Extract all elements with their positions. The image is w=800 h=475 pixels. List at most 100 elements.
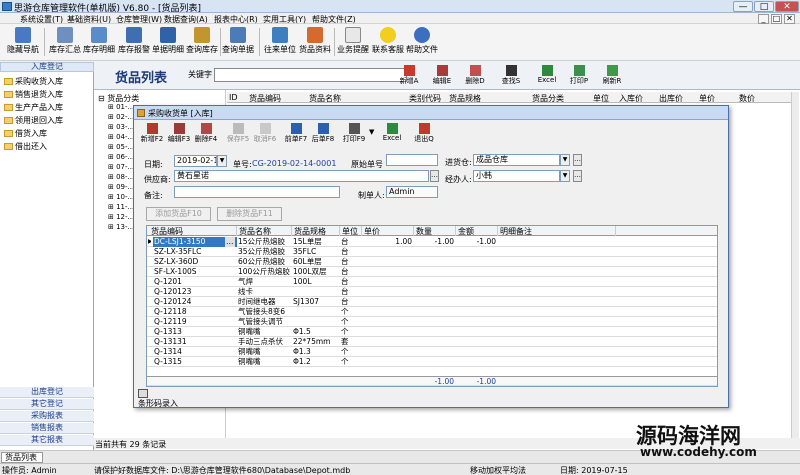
toolbar-reminder-button[interactable]: 业务提醒 xyxy=(333,25,373,60)
col-unit[interactable]: 单位 xyxy=(593,93,609,104)
cell[interactable] xyxy=(362,317,414,327)
table-row[interactable]: ▶DC-LSJ1-315015公斤热熔胶15L单层台1.00-1.00-1.00… xyxy=(147,237,717,247)
cell[interactable]: 台 xyxy=(340,277,362,287)
handler-dropdown-icon[interactable]: ▼ xyxy=(560,170,570,182)
cell[interactable]: 铜嘴嘴 xyxy=(237,327,292,337)
cell[interactable]: 100L双层 xyxy=(292,267,340,277)
toolbar-hide-nav-button[interactable]: 隐藏导航 xyxy=(3,25,43,60)
cell[interactable]: Q-1313 xyxy=(153,327,237,337)
list-find-button[interactable]: 查找S xyxy=(494,64,528,89)
cell[interactable] xyxy=(456,257,498,267)
toolbar-query-stock-button[interactable]: 查询库存 xyxy=(182,25,222,60)
cell[interactable] xyxy=(456,277,498,287)
cell[interactable]: Φ1.5 xyxy=(292,327,340,337)
delete-goods-button[interactable]: 删除货品F11 xyxy=(217,207,282,221)
dlg-save-button[interactable]: 保存F5 xyxy=(224,122,252,146)
cell[interactable]: 台 xyxy=(340,237,362,247)
cell[interactable] xyxy=(292,307,340,317)
cell[interactable]: 套 xyxy=(340,337,362,347)
cell[interactable]: 气管接头8变6 xyxy=(237,307,292,317)
cell[interactable]: Q-1314 xyxy=(153,347,237,357)
table-row[interactable]: Q-120123 线卡 台 xyxy=(147,287,717,297)
cell[interactable] xyxy=(414,297,456,307)
table-row[interactable]: Q-12118 气管接头8变6 个 xyxy=(147,307,717,317)
table-row[interactable]: Q-12119 气管接头调节 个 xyxy=(147,317,717,327)
tree-node[interactable]: ⊞ 08-... xyxy=(108,173,134,181)
tree-node[interactable]: ⊞ 01-... xyxy=(108,103,134,111)
toolbar-stock-detail-button[interactable]: 库存明细 xyxy=(79,25,119,60)
mdi-close-button[interactable]: ✕ xyxy=(784,14,795,24)
col-name[interactable]: 货品名称 xyxy=(309,93,341,104)
dlg-add-button[interactable]: 新增F2 xyxy=(138,122,166,146)
remark-field[interactable] xyxy=(174,186,340,198)
col-category[interactable]: 货品分类 xyxy=(532,93,564,104)
cell[interactable]: 60公斤热熔胶 xyxy=(237,257,292,267)
nav-item-purchase-in[interactable]: 采购收货入库 xyxy=(4,76,63,87)
cell[interactable]: SZ-LX-35FLC xyxy=(153,247,237,257)
col-goods-price[interactable]: 单价 xyxy=(362,226,414,236)
dlg-edit-button[interactable]: 编辑F3 xyxy=(165,122,193,146)
dlg-cancel-button[interactable]: 取消F6 xyxy=(251,122,279,146)
tree-node[interactable]: ⊞ 07-... xyxy=(108,163,134,171)
cell[interactable]: 台 xyxy=(340,297,362,307)
col-in-price[interactable]: 入库价 xyxy=(619,93,643,104)
cell[interactable] xyxy=(414,347,456,357)
list-delete-button[interactable]: 删除D xyxy=(458,64,492,89)
orig-number-field[interactable] xyxy=(386,154,438,166)
nav-section-sales-report[interactable]: 销售报表 xyxy=(0,423,94,434)
barcode-entry-label[interactable]: 条形码录入 xyxy=(138,398,178,409)
cell[interactable] xyxy=(362,307,414,317)
cell[interactable]: 铜嘴嘴 xyxy=(237,347,292,357)
cell[interactable]: 个 xyxy=(340,347,362,357)
cell[interactable]: -1.00 xyxy=(456,237,498,247)
keyword-input[interactable] xyxy=(214,68,407,82)
toolbar-help-button[interactable]: 帮助文件 xyxy=(402,25,442,60)
cell[interactable] xyxy=(456,287,498,297)
cell[interactable]: 35FLC xyxy=(292,247,340,257)
cell[interactable] xyxy=(414,257,456,267)
table-row[interactable]: SF-LX-100S 100公斤热熔胶 100L双层台 xyxy=(147,267,717,277)
list-edit-button[interactable]: 编辑E xyxy=(425,64,459,89)
close-button[interactable]: ✕ xyxy=(775,1,799,12)
table-row[interactable]: Q-1313 铜嘴嘴 Φ1.5 个 xyxy=(147,327,717,337)
table-row[interactable]: SZ-LX-360D 60公斤热熔胶 60L单层台 xyxy=(147,257,717,267)
cell[interactable] xyxy=(362,357,414,367)
cell[interactable] xyxy=(362,337,414,347)
cell[interactable]: 台 xyxy=(340,257,362,267)
cell[interactable]: 个 xyxy=(340,327,362,337)
maximize-button[interactable]: □ xyxy=(754,1,774,12)
warehouse-lookup-button[interactable]: … xyxy=(573,154,582,166)
tree-node[interactable]: ⊞ 06-... xyxy=(108,153,134,161)
cell[interactable]: 个 xyxy=(340,357,362,367)
cell[interactable]: 气焊 xyxy=(237,277,292,287)
cell[interactable]: 台 xyxy=(340,267,362,277)
nav-item-return-in[interactable]: 领用退回入库 xyxy=(4,115,63,126)
cell[interactable] xyxy=(414,247,456,257)
col-goods-remark[interactable]: 明细备注 xyxy=(498,226,616,236)
col-goods-amount[interactable]: 金额 xyxy=(456,226,498,236)
nav-item-borrow-in[interactable]: 借货入库 xyxy=(4,128,47,139)
cell[interactable]: Q-1315 xyxy=(153,357,237,367)
table-row[interactable]: Q-1315 铜嘴嘴 Φ1.2 个 xyxy=(147,357,717,367)
cell[interactable] xyxy=(292,317,340,327)
tree-node[interactable]: ⊞ 05-... xyxy=(108,143,134,151)
cell[interactable]: Q-1201 xyxy=(153,277,237,287)
cell[interactable]: Q-120124 xyxy=(153,297,237,307)
col-goods-qty[interactable]: 数量 xyxy=(414,226,456,236)
handler-select[interactable]: 小韩 xyxy=(473,170,560,182)
handler-lookup-button[interactable]: … xyxy=(573,170,582,182)
table-row[interactable]: Q-120124 时间继电器 SJ1307 台 xyxy=(147,297,717,307)
tree-node[interactable]: ⊞ 02-... xyxy=(108,113,134,121)
cell[interactable] xyxy=(362,267,414,277)
cell[interactable]: 35公斤热熔胶 xyxy=(237,247,292,257)
cell[interactable]: 台 xyxy=(340,247,362,257)
toolbar-goods-button[interactable]: 货品资料 xyxy=(295,25,335,60)
supplier-lookup-button[interactable]: … xyxy=(430,170,439,182)
col-price[interactable]: 单价 xyxy=(699,93,715,104)
nav-section-purchase-report[interactable]: 采购报表 xyxy=(0,411,94,422)
col-out-price[interactable]: 出库价 xyxy=(659,93,683,104)
cell[interactable]: Q-12118 xyxy=(153,307,237,317)
cell[interactable]: 15公斤热熔胶 xyxy=(237,237,292,247)
dlg-excel-button[interactable]: Excel xyxy=(378,122,406,146)
cell[interactable] xyxy=(362,247,414,257)
